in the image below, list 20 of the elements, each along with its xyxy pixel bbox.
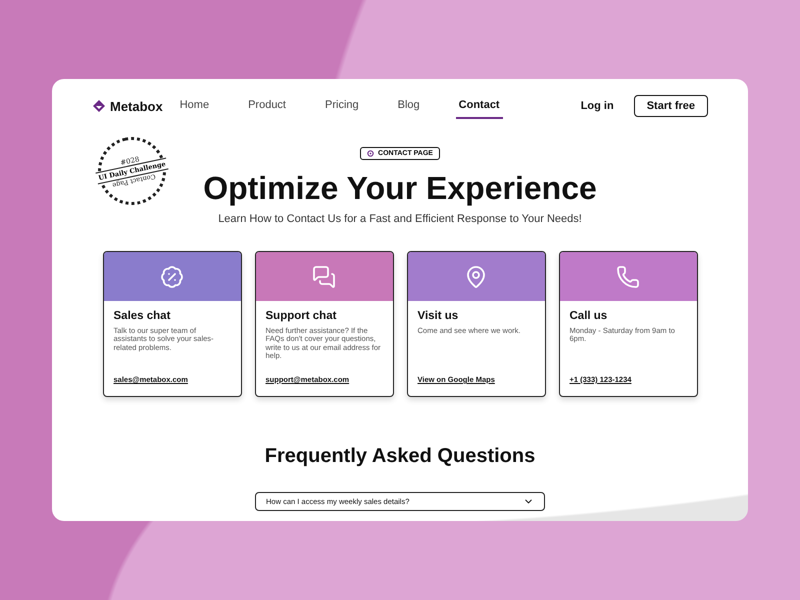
card-title: Call us [570, 310, 608, 322]
percent-badge-icon [160, 264, 184, 288]
chat-bubbles-icon [312, 264, 336, 288]
start-free-button[interactable]: Start free [634, 95, 708, 117]
nav-link[interactable]: Contact [456, 93, 503, 119]
nav-link[interactable]: Pricing [322, 93, 362, 119]
card-title: Sales chat [114, 310, 172, 322]
hero-subtitle: Learn How to Contact Us for a Fast and Efficient Response to Your Needs! [218, 213, 582, 225]
nav-link[interactable]: Product [245, 93, 289, 119]
faq-title: Frequently Asked Questions [264, 445, 536, 468]
phone-icon [616, 264, 640, 288]
hero-title: Optimize Your Experience [203, 170, 597, 207]
diamond-logo-icon [92, 99, 106, 113]
nav-link[interactable]: Blog [394, 93, 423, 119]
nav-link[interactable]: Home [176, 93, 212, 119]
brand-logo[interactable]: Metabox [92, 98, 163, 114]
card-title: Visit us [418, 310, 460, 322]
card-title: Support chat [266, 310, 338, 322]
brand-name: Metabox [110, 98, 163, 114]
login-link[interactable]: Log in [580, 100, 614, 112]
